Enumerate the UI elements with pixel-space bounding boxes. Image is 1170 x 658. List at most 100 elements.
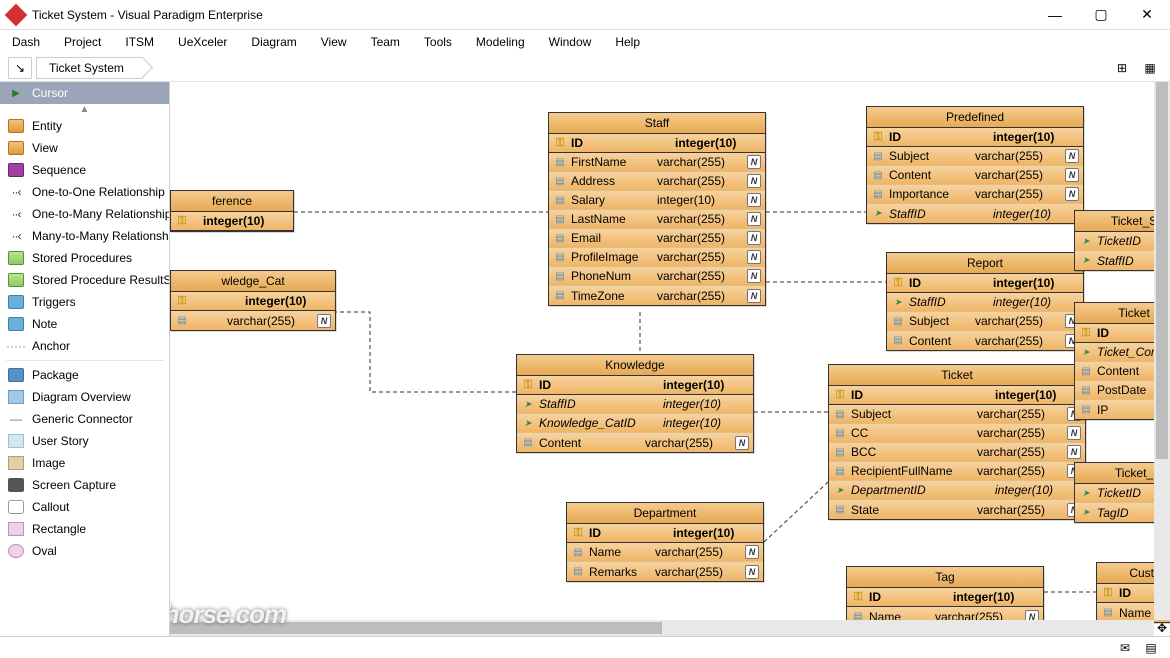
- pan-tool-icon[interactable]: ✥: [1154, 620, 1170, 636]
- entity-column[interactable]: IDinteger(10): [887, 274, 1083, 293]
- minimize-button[interactable]: —: [1032, 0, 1078, 30]
- tool-palette[interactable]: Cursor▲EntityViewSequenceOne-to-One Rela…: [0, 82, 170, 636]
- entity-column[interactable]: Statevarchar(255)N: [829, 500, 1085, 519]
- key-icon: [175, 214, 189, 228]
- entity-column[interactable]: PhoneNumvarchar(255)N: [549, 267, 765, 286]
- new-pane-icon[interactable]: ▦: [1138, 57, 1162, 79]
- entity-column[interactable]: Contentvarchar(255)N: [517, 433, 753, 452]
- palette-item-generic-connector[interactable]: Generic Connector: [0, 408, 169, 430]
- palette-item-view[interactable]: View: [0, 137, 169, 159]
- palette-item-entity[interactable]: Entity: [0, 115, 169, 137]
- palette-item-label: Image: [32, 456, 65, 470]
- entity-column[interactable]: CCvarchar(255)N: [829, 424, 1085, 443]
- menu-tools[interactable]: Tools: [424, 35, 452, 49]
- entity-wledge_cat[interactable]: wledge_Catinteger(10)varchar(255)N: [170, 270, 336, 331]
- palette-item-package[interactable]: Package: [0, 364, 169, 386]
- close-button[interactable]: ✕: [1124, 0, 1170, 30]
- entity-column[interactable]: Remarksvarchar(255)N: [567, 562, 763, 581]
- menu-project[interactable]: Project: [64, 35, 101, 49]
- palette-item-image[interactable]: Image: [0, 452, 169, 474]
- entity-predefined[interactable]: PredefinedIDinteger(10)Subjectvarchar(25…: [866, 106, 1084, 224]
- entity-ference[interactable]: ferenceinteger(10): [170, 190, 294, 232]
- palette-item-screen-capture[interactable]: Screen Capture: [0, 474, 169, 496]
- entity-ticket[interactable]: TicketIDinteger(10)Subjectvarchar(255)NC…: [828, 364, 1086, 520]
- menu-view[interactable]: View: [321, 35, 347, 49]
- entity-column[interactable]: LastNamevarchar(255)N: [549, 210, 765, 229]
- palette-item-note[interactable]: Note: [0, 313, 169, 335]
- palette-item-many-to-many-relationship[interactable]: Many-to-Many Relationship: [0, 225, 169, 247]
- column-icon: [833, 464, 847, 478]
- palette-item-stored-procedures[interactable]: Stored Procedures: [0, 247, 169, 269]
- entity-column[interactable]: IDinteger(10): [847, 588, 1043, 607]
- layout-tool-icon[interactable]: ⊞: [1110, 57, 1134, 79]
- maximize-button[interactable]: ▢: [1078, 0, 1124, 30]
- entity-column[interactable]: IDinteger(10): [867, 128, 1083, 147]
- entity-column[interactable]: StaffIDinteger(10): [517, 395, 753, 414]
- palette-collapse-icon[interactable]: ▲: [0, 104, 169, 115]
- entity-column[interactable]: Subjectvarchar(255)N: [867, 147, 1083, 166]
- menu-uexceler[interactable]: UeXceler: [178, 35, 227, 49]
- palette-item-diagram-overview[interactable]: Diagram Overview: [0, 386, 169, 408]
- palette-item-cursor[interactable]: Cursor: [0, 82, 169, 104]
- entity-column[interactable]: TimeZonevarchar(255)N: [549, 286, 765, 305]
- entity-column[interactable]: Contentvarchar(255)N: [867, 166, 1083, 185]
- entity-column[interactable]: IDinteger(10): [829, 386, 1085, 405]
- entity-report[interactable]: ReportIDinteger(10)StaffIDinteger(10)Sub…: [886, 252, 1084, 351]
- entity-column[interactable]: Contentvarchar(255)N: [887, 331, 1083, 350]
- palette-item-one-to-many-relationship[interactable]: One-to-Many Relationship: [0, 203, 169, 225]
- palette-item-one-to-one-relationship[interactable]: One-to-One Relationship: [0, 181, 169, 203]
- entity-column[interactable]: IDinteger(10): [549, 134, 765, 153]
- entity-column[interactable]: Emailvarchar(255)N: [549, 229, 765, 248]
- entity-column[interactable]: Salaryinteger(10)N: [549, 191, 765, 210]
- palette-item-triggers[interactable]: Triggers: [0, 291, 169, 313]
- entity-knowledge[interactable]: KnowledgeIDinteger(10)StaffIDinteger(10)…: [516, 354, 754, 453]
- entity-column[interactable]: integer(10): [171, 212, 293, 231]
- palette-item-callout[interactable]: Callout: [0, 496, 169, 518]
- entity-column[interactable]: integer(10): [171, 292, 335, 311]
- horizontal-scrollbar[interactable]: [170, 620, 1154, 636]
- mail-icon[interactable]: ✉: [1116, 640, 1134, 656]
- menu-window[interactable]: Window: [549, 35, 592, 49]
- entity-department[interactable]: DepartmentIDinteger(10)Namevarchar(255)N…: [566, 502, 764, 582]
- diagram-canvas[interactable]: StaffIDinteger(10)FirstNamevarchar(255)N…: [170, 82, 1170, 636]
- palette-item-anchor[interactable]: Anchor: [0, 335, 169, 357]
- breadcrumb-back-button[interactable]: ↘: [8, 57, 32, 79]
- palette-item-oval[interactable]: Oval: [0, 540, 169, 562]
- menu-team[interactable]: Team: [371, 35, 400, 49]
- breadcrumb-current[interactable]: Ticket System: [36, 57, 143, 79]
- entity-column[interactable]: ProfileImagevarchar(255)N: [549, 248, 765, 267]
- menu-dash[interactable]: Dash: [12, 35, 40, 49]
- entity-column[interactable]: Knowledge_CatIDinteger(10): [517, 414, 753, 433]
- entity-column[interactable]: StaffIDinteger(10): [887, 293, 1083, 312]
- entity-column[interactable]: Importancevarchar(255)N: [867, 185, 1083, 204]
- palette-item-user-story[interactable]: User Story: [0, 430, 169, 452]
- menu-itsm[interactable]: ITSM: [125, 35, 154, 49]
- menu-help[interactable]: Help: [615, 35, 640, 49]
- entity-column[interactable]: IDinteger(10): [517, 376, 753, 395]
- entity-column[interactable]: FirstNamevarchar(255)N: [549, 153, 765, 172]
- entity-column[interactable]: IDinteger(10): [567, 524, 763, 543]
- entity-column[interactable]: DepartmentIDinteger(10): [829, 481, 1085, 500]
- entity-staff[interactable]: StaffIDinteger(10)FirstNamevarchar(255)N…: [548, 112, 766, 306]
- menu-modeling[interactable]: Modeling: [476, 35, 525, 49]
- entity-column[interactable]: RecipientFullNamevarchar(255)N: [829, 462, 1085, 481]
- vscroll-thumb[interactable]: [1156, 82, 1168, 459]
- palette-item-stored-procedure-resultset[interactable]: Stored Procedure ResultSet: [0, 269, 169, 291]
- foreign-key-icon: [1079, 506, 1093, 520]
- entity-column[interactable]: Subjectvarchar(255)N: [829, 405, 1085, 424]
- palette-item-sequence[interactable]: Sequence: [0, 159, 169, 181]
- entity-column[interactable]: BCCvarchar(255)N: [829, 443, 1085, 462]
- entity-column[interactable]: Namevarchar(255)N: [567, 543, 763, 562]
- entity-tag[interactable]: TagIDinteger(10)Namevarchar(255)N: [846, 566, 1044, 627]
- column-type: integer(10): [657, 193, 743, 207]
- entity-column[interactable]: Subjectvarchar(255)N: [887, 312, 1083, 331]
- column-name: FirstName: [571, 155, 653, 169]
- palette-item-rectangle[interactable]: Rectangle: [0, 518, 169, 540]
- key-icon: [175, 294, 189, 308]
- menu-diagram[interactable]: Diagram: [251, 35, 296, 49]
- entity-column[interactable]: varchar(255)N: [171, 311, 335, 330]
- entity-column[interactable]: StaffIDinteger(10): [867, 204, 1083, 223]
- entity-column[interactable]: Addressvarchar(255)N: [549, 172, 765, 191]
- server-icon[interactable]: ▤: [1142, 640, 1160, 656]
- vertical-scrollbar[interactable]: [1154, 82, 1170, 620]
